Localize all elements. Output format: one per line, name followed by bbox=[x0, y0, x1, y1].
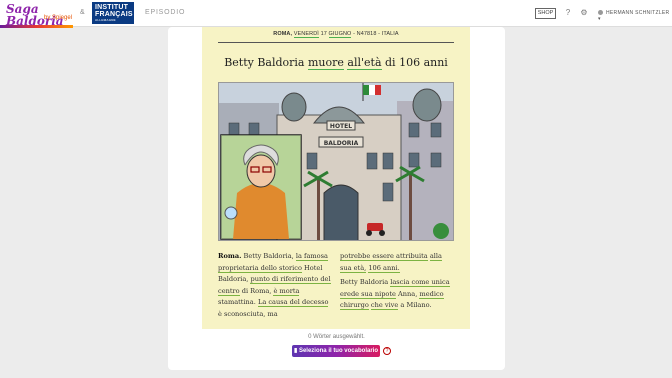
text-fragment: Betty Baldoria bbox=[340, 278, 389, 286]
headline-rest: di 106 anni bbox=[385, 56, 448, 69]
dateline-month[interactable]: GIUGNO bbox=[328, 31, 352, 38]
headline-name: Betty Baldoria bbox=[224, 56, 305, 69]
text-fragment: a Milano. bbox=[400, 301, 432, 309]
vocab-help-icon[interactable]: ? bbox=[383, 347, 391, 355]
article-headline: Betty Baldoria muore all'età di 106 anni bbox=[218, 56, 454, 70]
help-icon[interactable]: ? bbox=[563, 8, 573, 18]
partner-line1: INSTITUT bbox=[95, 4, 129, 11]
article-column-2: potrebbe essere attribuita alla sua età,… bbox=[340, 251, 454, 312]
vocab-phrase[interactable]: 106 anni. bbox=[368, 263, 400, 273]
episode-menu[interactable]: EPISODIO bbox=[145, 9, 185, 16]
text-fragment: Anna, bbox=[398, 289, 418, 298]
text-fragment: Betty Baldoria, bbox=[243, 252, 294, 260]
vocab-phrase[interactable]: La causa del decesso bbox=[257, 298, 329, 307]
vocab-phrase[interactable]: potrebbe essere attribuita bbox=[340, 252, 428, 261]
book-icon: ▮ bbox=[293, 348, 298, 354]
user-icon bbox=[598, 10, 603, 16]
text-fragment: ma bbox=[267, 309, 278, 318]
article-column-1: Roma. Betty Baldoria, la famosa propriet… bbox=[218, 251, 332, 320]
dateline-city: ROMA, bbox=[273, 31, 293, 37]
paragraph: Betty Baldoria lascia come unica erede s… bbox=[340, 277, 454, 312]
ampersand: & bbox=[80, 9, 85, 16]
sign-baldoria: BALDORIA bbox=[324, 140, 359, 147]
dateline-weekday[interactable]: VENERDÌ bbox=[293, 31, 319, 38]
dateline-rest: - N47818 - ITALIA bbox=[353, 31, 399, 37]
institut-francais-logo[interactable]: INSTITUT FRANÇAIS ALLEMAGNE bbox=[92, 2, 134, 24]
hotel-illustration: HOTEL BALDORIA bbox=[218, 82, 454, 241]
text-fragment: è sconosciuta, bbox=[218, 309, 266, 318]
shop-button[interactable]: SHOP bbox=[535, 8, 556, 19]
partner-line2: FRANÇAIS bbox=[95, 11, 133, 18]
vocab-button-label: Seleziona il tuo vocabolario bbox=[298, 348, 378, 354]
user-name: HERMANN SCHNITZLER bbox=[606, 10, 670, 16]
paragraph: potrebbe essere attribuita alla sua età,… bbox=[340, 251, 454, 274]
settings-icon[interactable]: ⚙ bbox=[579, 8, 589, 18]
dateline: ROMA, VENERDÌ 17 GIUGNO - N47818 - ITALI… bbox=[218, 31, 454, 38]
divider bbox=[218, 42, 454, 43]
text-fragment: di Roma, bbox=[241, 286, 272, 295]
chevron-down-icon: ▾ bbox=[598, 16, 601, 22]
partner-line3: ALLEMAGNE bbox=[95, 18, 116, 22]
headline-word-eta[interactable]: all'età bbox=[347, 56, 382, 70]
brand-sub: by Spiegel bbox=[44, 15, 73, 21]
sign-hotel: HOTEL bbox=[330, 123, 352, 130]
vocab-phrase[interactable]: che vive bbox=[370, 301, 399, 310]
text-fragment: stamattina. bbox=[218, 298, 256, 306]
headline-word-muore[interactable]: muore bbox=[308, 56, 344, 70]
hotel-baldoria-scene: HOTEL BALDORIA bbox=[219, 83, 453, 240]
lead-city: Roma. bbox=[218, 252, 242, 260]
select-vocabulary-button[interactable]: ▮ Seleziona il tuo vocabolario bbox=[292, 345, 380, 357]
user-menu[interactable]: HERMANN SCHNITZLER ▾ bbox=[598, 10, 672, 22]
selected-word-count: 0 Wörter ausgewählt. bbox=[308, 334, 365, 340]
vocab-phrase[interactable]: è morta bbox=[273, 286, 300, 296]
dateline-day: 17 bbox=[320, 31, 327, 37]
saga-baldoria-logo[interactable]: Saga Baldoria by Spiegel bbox=[6, 3, 76, 27]
